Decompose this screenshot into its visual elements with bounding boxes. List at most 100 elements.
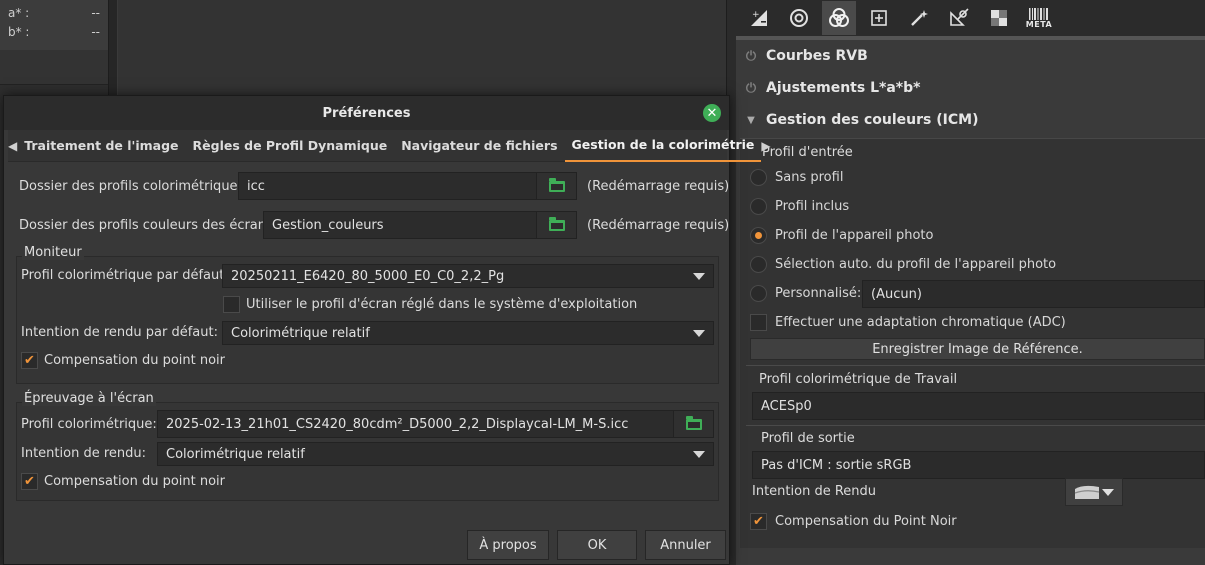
dialog-body: Dossier des profils colorimétriques: icc… (4, 162, 729, 565)
adc-checkbox[interactable] (750, 314, 767, 331)
radio-label: Sans profil (775, 170, 844, 185)
tab-color-management[interactable]: Gestion de la colorimétrie (564, 130, 762, 162)
radio-indicator[interactable] (750, 198, 767, 215)
output-profile-value: Pas d'ICM : sortie sRGB (761, 457, 912, 473)
folder-icon (548, 177, 565, 192)
radio-label: Sélection auto. du profil de l'appareil … (775, 257, 1057, 272)
tool-tabs: + META (736, 0, 1205, 36)
output-profile-combo[interactable]: Pas d'ICM : sortie sRGB (752, 451, 1205, 479)
working-profile-combo[interactable]: ACESp0 (752, 392, 1205, 420)
restart-note: (Redémarrage requis) (587, 218, 730, 233)
folder-icon (548, 216, 565, 231)
screen-profiles-dir-field[interactable]: Gestion_couleurs (263, 211, 577, 239)
dialog-titlebar[interactable]: Préférences ✕ (4, 96, 729, 130)
exposure-icon[interactable]: + (742, 1, 776, 35)
monitor-bpc-label: Compensation du point noir (44, 353, 226, 368)
transform-icon[interactable] (862, 1, 896, 35)
adc-label: Effectuer une adaptation chromatique (AD… (775, 315, 1066, 330)
proof-profile-field[interactable]: 2025-02-13_21h01_CS2420_80cdm²_D5000_2,2… (157, 410, 714, 438)
monitor-bpc-checkbox[interactable]: ✔ (21, 352, 38, 369)
radio-no-profile[interactable]: Sans profil (750, 169, 843, 186)
tab-dynamic-profile-rules[interactable]: Règles de Profil Dynamique (186, 130, 395, 162)
cancel-label: Annuler (660, 537, 711, 553)
radio-indicator[interactable] (750, 285, 767, 302)
detail-icon[interactable] (782, 1, 816, 35)
radio-label: Profil de l'appareil photo (775, 228, 934, 243)
svg-text:+: + (752, 10, 760, 20)
tool-panel: + META ⏻ Courbes RVB ⏻ Ajustements L*a*b… (736, 0, 1205, 565)
section-title: Courbes RVB (766, 48, 868, 64)
lab-b-value: -- (91, 25, 100, 39)
folder-icon (685, 415, 702, 430)
radio-indicator[interactable] (750, 256, 767, 273)
custom-profile-field[interactable]: (Aucun) (862, 280, 1205, 308)
save-reference-label: Enregistrer Image de Référence. (872, 341, 1083, 357)
ok-button[interactable]: OK (557, 530, 637, 560)
monitor-bpc-row[interactable]: ✔ Compensation du point noir (21, 352, 225, 369)
toolbar-divider (736, 36, 1205, 40)
grid-icon[interactable] (982, 1, 1016, 35)
rendering-intent-dropdown[interactable] (1065, 478, 1123, 506)
proof-intent-label: Intention de rendu: (21, 446, 146, 461)
output-profile-divider (746, 425, 1205, 426)
metadata-icon[interactable]: META (1022, 1, 1056, 35)
output-bpc-checkbox[interactable]: ✔ (750, 513, 767, 530)
output-bpc-row[interactable]: ✔ Compensation du Point Noir (750, 513, 957, 530)
color-profiles-dir-field[interactable]: icc (238, 172, 577, 200)
default-intent-combo[interactable]: Colorimétrique relatif (222, 321, 714, 345)
lab-b-label: b* : (8, 25, 30, 39)
raw-icon[interactable] (942, 1, 976, 35)
color-icon[interactable] (822, 1, 856, 35)
proof-bpc-checkbox[interactable]: ✔ (21, 473, 38, 490)
wand-icon[interactable] (902, 1, 936, 35)
tab-scroll-right-icon[interactable]: ▶ (761, 139, 770, 153)
rendering-intent-label: Intention de Rendu (752, 484, 877, 499)
proof-bpc-row[interactable]: ✔ Compensation du point noir (21, 473, 225, 490)
use-os-profile-checkbox[interactable] (223, 296, 240, 313)
default-profile-label: Profil colorimétrique par défaut: (21, 268, 229, 283)
lab-a-row: a* : -- (8, 6, 100, 20)
working-profile-title: Profil colorimétrique de Travail (759, 372, 958, 387)
restart-note: (Redémarrage requis) (587, 179, 730, 194)
cancel-button[interactable]: Annuler (645, 530, 726, 560)
metadata-label: META (1025, 19, 1053, 29)
radio-camera-profile[interactable]: Profil de l'appareil photo (750, 227, 933, 244)
power-icon[interactable]: ⏻ (736, 81, 766, 96)
input-profile-title: Profil d'entrée (762, 145, 853, 160)
chevron-down-icon (693, 273, 705, 280)
monitor-title: Moniteur (22, 245, 84, 260)
use-os-profile-row[interactable]: Utiliser le profil d'écran réglé dans le… (223, 296, 637, 313)
adc-checkbox-row[interactable]: Effectuer une adaptation chromatique (AD… (750, 314, 1066, 331)
radio-custom-profile[interactable]: Personnalisé: (750, 285, 861, 302)
section-icm[interactable]: ▼ Gestion des couleurs (ICM) (736, 106, 1205, 134)
radio-indicator[interactable] (750, 227, 767, 244)
working-profile-value: ACESp0 (761, 398, 812, 414)
section-rgb-curves[interactable]: ⏻ Courbes RVB (736, 42, 1205, 70)
dialog-title: Préférences (322, 105, 411, 121)
radio-embedded-profile[interactable]: Profil inclus (750, 198, 849, 215)
screen-profiles-folder-button[interactable] (536, 212, 576, 238)
ok-label: OK (587, 537, 607, 553)
section-lab-adjust[interactable]: ⏻ Ajustements L*a*b* (736, 74, 1205, 102)
tab-scroll-left-icon[interactable]: ◀ (8, 139, 17, 153)
close-icon[interactable]: ✕ (703, 104, 721, 122)
radio-indicator[interactable] (750, 169, 767, 186)
tab-file-browser[interactable]: Navigateur de fichiers (394, 130, 564, 162)
color-profiles-folder-button[interactable] (536, 173, 576, 199)
save-reference-button[interactable]: Enregistrer Image de Référence. (750, 338, 1205, 360)
proof-profile-value: 2025-02-13_21h01_CS2420_80cdm²_D5000_2,2… (166, 416, 629, 432)
lab-a-value: -- (91, 6, 100, 20)
preferences-dialog: Préférences ✕ ◀ Traitement de l'image Rè… (3, 95, 771, 565)
expand-triangle-icon[interactable]: ▼ (736, 115, 766, 126)
radio-auto-camera-profile[interactable]: Sélection auto. du profil de l'appareil … (750, 256, 1056, 273)
dialog-tabs: ◀ Traitement de l'image Règles de Profil… (8, 130, 771, 162)
default-profile-combo[interactable]: 20250211_E6420_80_5000_E0_C0_2,2_Pg (222, 264, 714, 288)
proof-intent-combo[interactable]: Colorimétrique relatif (157, 442, 714, 466)
proof-profile-folder-button[interactable] (673, 411, 713, 437)
working-profile-divider (746, 365, 1205, 366)
power-icon[interactable]: ⏻ (736, 49, 766, 64)
about-button[interactable]: À propos (467, 530, 549, 560)
custom-profile-value: (Aucun) (871, 286, 922, 302)
tab-image-processing[interactable]: Traitement de l'image (17, 130, 185, 162)
proof-profile-label: Profil colorimétrique: (21, 417, 157, 432)
